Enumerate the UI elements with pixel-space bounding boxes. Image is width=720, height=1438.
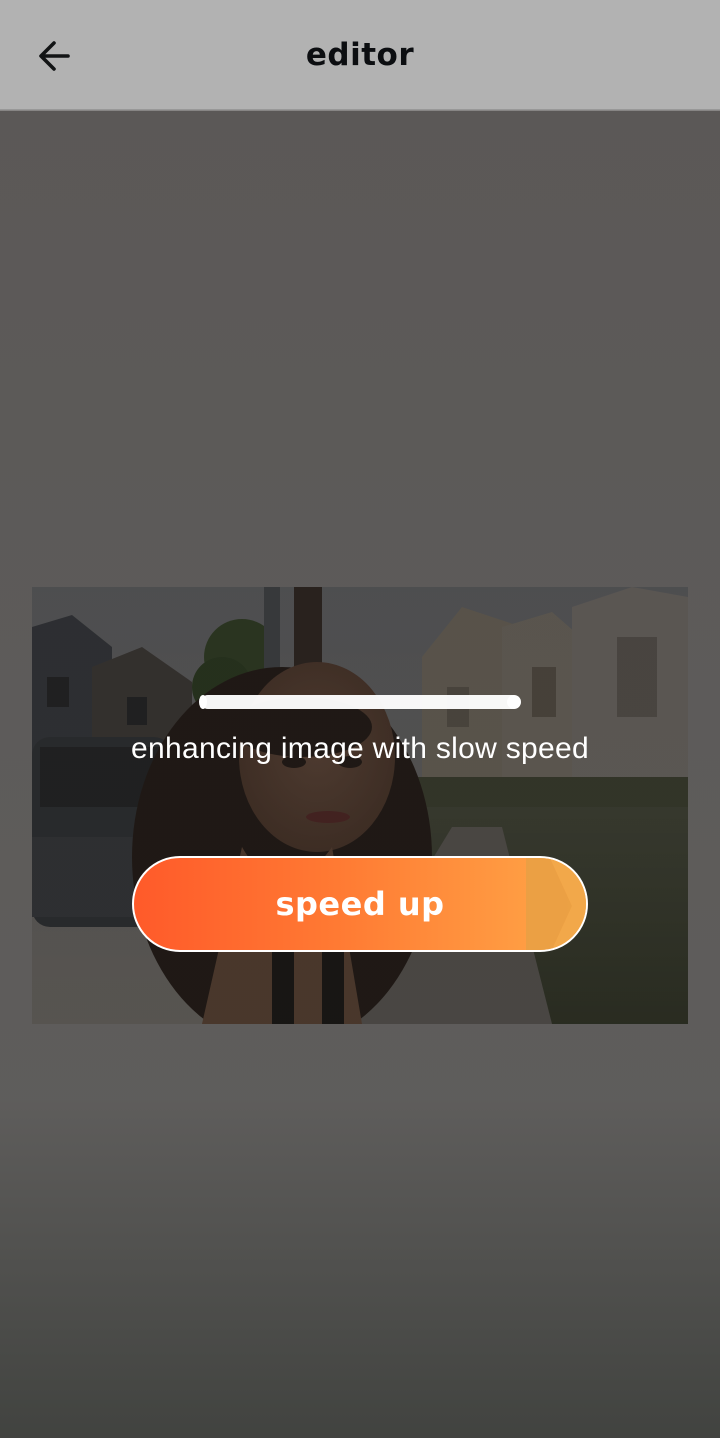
editor-screen: editor [0,0,720,1438]
status-text: enhancing image with slow speed [131,732,589,765]
speed-up-button[interactable]: speed up [132,856,588,952]
progress-bar [199,695,521,709]
progress-end-dot [507,695,521,709]
progress-start-dot [199,695,207,709]
loading-overlay [0,0,720,1438]
progress-fill [201,695,519,709]
speed-up-label: speed up [275,885,445,923]
